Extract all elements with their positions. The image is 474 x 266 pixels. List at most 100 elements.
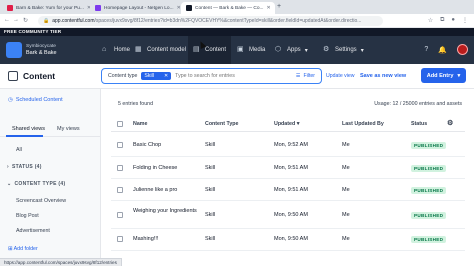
entries-found: 5 entries found bbox=[118, 101, 154, 107]
search-input[interactable] bbox=[171, 73, 292, 79]
table-row[interactable]: Weighing your Ingredients Skill Mon, 9:5… bbox=[111, 201, 465, 229]
browser-tab[interactable]: Homepage Layout - Netgen Lo... ✕ bbox=[90, 2, 180, 14]
entry-updated-by: Me bbox=[342, 165, 350, 171]
sort-desc-icon: ▾ bbox=[296, 121, 300, 127]
star-icon[interactable]: ☆ bbox=[428, 17, 433, 24]
nav-apps-label: Apps bbox=[287, 47, 301, 53]
row-checkbox[interactable] bbox=[117, 165, 123, 171]
entry-name[interactable]: Weighing your Ingredients bbox=[133, 207, 203, 215]
chevron-down-icon: ⌄ bbox=[7, 181, 12, 187]
nav-content[interactable]: ▤ Content bbox=[188, 36, 232, 64]
column-updated[interactable]: Updated ▾ bbox=[274, 121, 299, 127]
nav-media-label: Media bbox=[249, 47, 266, 53]
nav-settings[interactable]: ⚙ Settings ▾ bbox=[318, 36, 369, 64]
view-advertisement[interactable]: Advertisement bbox=[16, 228, 50, 234]
entry-type: Skill bbox=[205, 142, 216, 148]
close-icon[interactable]: ✕ bbox=[267, 5, 271, 11]
table-row[interactable]: Julienne like a pro Skill Mon, 9:51 AM M… bbox=[111, 179, 465, 201]
url-field[interactable]: 🔒 app.contentful.com /spaces/juvx9svg/8f… bbox=[38, 16, 383, 26]
view-blog-post[interactable]: Blog Post bbox=[16, 213, 39, 219]
space-logo bbox=[6, 42, 22, 58]
favicon-icon bbox=[186, 5, 192, 11]
folder-content-type-label: CONTENT TYPE (4) bbox=[14, 181, 66, 187]
entry-name[interactable]: Julienne like a pro bbox=[133, 187, 177, 193]
view-all[interactable]: All bbox=[16, 147, 22, 153]
table-row[interactable]: Basic Chop Skill Mon, 9:52 AM Me PUBLISH… bbox=[111, 133, 465, 157]
table-row[interactable]: Mashing!!! Skill Mon, 9:50 AM Me PUBLISH… bbox=[111, 229, 465, 251]
status-badge: PUBLISHED bbox=[411, 142, 447, 149]
reload-icon[interactable]: ↻ bbox=[23, 17, 28, 24]
add-folder-link[interactable]: ⊞ Add folder bbox=[8, 246, 38, 252]
nav-content-model-label: Content model bbox=[147, 47, 187, 53]
column-content-type[interactable]: Content Type bbox=[205, 121, 238, 127]
table-row[interactable]: Folding in Cheese Skill Mon, 9:51 AM Me … bbox=[111, 157, 465, 179]
address-bar-row: ← → ↻ 🔒 app.contentful.com /spaces/juvx9… bbox=[0, 14, 474, 28]
row-checkbox[interactable] bbox=[117, 142, 123, 148]
folder-status[interactable]: › STATUS (4) bbox=[7, 164, 42, 170]
entry-name[interactable]: Folding in Cheese bbox=[133, 165, 177, 171]
home-icon: ⌂ bbox=[102, 46, 107, 53]
column-name[interactable]: Name bbox=[133, 121, 147, 127]
entry-updated-by: Me bbox=[342, 212, 350, 218]
help-icon[interactable]: ? bbox=[424, 46, 428, 53]
space-switcher[interactable]: Symbiocycate Bark & Bake bbox=[6, 42, 57, 58]
profile-icon[interactable]: ● bbox=[451, 17, 455, 24]
filter-button[interactable]: ☰ Filter bbox=[296, 73, 315, 79]
column-settings-icon[interactable]: ⚙ bbox=[447, 119, 453, 127]
folder-content-type[interactable]: ⌄ CONTENT TYPE (4) bbox=[7, 181, 65, 187]
close-icon[interactable]: ✕ bbox=[177, 5, 180, 11]
view-screencast-overview[interactable]: Screencast Overview bbox=[16, 198, 66, 204]
favicon-icon bbox=[7, 5, 13, 11]
browser-tab[interactable]: Barn & Bake: Yum for your Pu... ✕ bbox=[2, 2, 90, 14]
chevron-right-icon: › bbox=[7, 164, 9, 170]
content-type-pill[interactable]: Skill ✕ bbox=[141, 72, 172, 80]
new-tab-icon[interactable]: + bbox=[277, 3, 281, 10]
tab-my-views[interactable]: My views bbox=[57, 126, 80, 132]
nav-content-model[interactable]: ▦ Content model bbox=[130, 36, 191, 64]
add-folder-label: Add folder bbox=[13, 246, 38, 252]
avatar[interactable] bbox=[457, 44, 468, 55]
favicon-icon bbox=[95, 5, 101, 11]
forward-icon[interactable]: → bbox=[13, 17, 19, 23]
browser-tab-strip: Barn & Bake: Yum for your Pu... ✕ Homepa… bbox=[0, 0, 474, 14]
update-view-link[interactable]: Update view bbox=[326, 73, 355, 79]
row-checkbox[interactable] bbox=[117, 187, 123, 193]
content-toolbar: Content Content type Skill ✕ ☰ Filter Up… bbox=[0, 64, 474, 89]
status-badge: PUBLISHED bbox=[411, 236, 447, 243]
row-checkbox[interactable] bbox=[117, 212, 123, 218]
entry-updated: Mon, 9:50 AM bbox=[274, 212, 308, 218]
entry-updated: Mon, 9:52 AM bbox=[274, 142, 308, 148]
browser-tab-active[interactable]: Content — Bark & Bake — Co... ✕ bbox=[181, 2, 275, 14]
row-checkbox[interactable] bbox=[117, 236, 123, 242]
nav-media[interactable]: ▣ Media bbox=[232, 36, 270, 64]
column-last-updated-by[interactable]: Last Updated By bbox=[342, 121, 384, 127]
page-title-text: Content bbox=[23, 71, 56, 81]
scheduled-content-link[interactable]: ◷ Scheduled Content bbox=[8, 97, 63, 103]
select-all-checkbox[interactable] bbox=[117, 121, 123, 127]
entry-name[interactable]: Mashing!!! bbox=[133, 236, 158, 242]
app-header: Symbiocycate Bark & Bake ⌂ Home ▦ Conten… bbox=[0, 36, 474, 64]
status-badge: PUBLISHED bbox=[411, 165, 447, 172]
add-entry-button[interactable]: Add Entry ▾ bbox=[421, 68, 466, 83]
menu-icon[interactable]: ⋮ bbox=[462, 17, 468, 24]
entry-name[interactable]: Basic Chop bbox=[133, 142, 161, 148]
entry-search[interactable]: Content type Skill ✕ ☰ Filter bbox=[101, 68, 322, 84]
add-entry-label: Add Entry bbox=[426, 72, 454, 79]
entry-updated: Mon, 9:50 AM bbox=[274, 236, 308, 242]
url-host: app.contentful.com bbox=[52, 18, 95, 24]
filter-icon: ☰ bbox=[295, 73, 301, 79]
column-status[interactable]: Status bbox=[411, 121, 427, 127]
back-icon[interactable]: ← bbox=[4, 17, 10, 23]
notifications-icon[interactable]: 🔔 bbox=[438, 46, 447, 54]
tier-banner: FREE COMMUNITY TIER bbox=[0, 28, 474, 36]
apps-icon: ⬡ bbox=[275, 46, 282, 53]
space-env: Bark & Bake bbox=[26, 50, 57, 56]
extensions-icon[interactable]: ⧉ bbox=[440, 17, 444, 24]
nav-apps[interactable]: ⬡ Apps ▾ bbox=[270, 36, 313, 64]
remove-filter-icon[interactable]: ✕ bbox=[164, 73, 168, 79]
chevron-down-icon: ▾ bbox=[360, 47, 364, 54]
clock-icon: ◷ bbox=[8, 97, 13, 103]
tab-shared-views[interactable]: Shared views bbox=[12, 126, 45, 132]
table-header: Name Content Type Updated ▾ Last Updated… bbox=[111, 116, 465, 132]
save-view-link[interactable]: Save as new view bbox=[360, 73, 406, 79]
